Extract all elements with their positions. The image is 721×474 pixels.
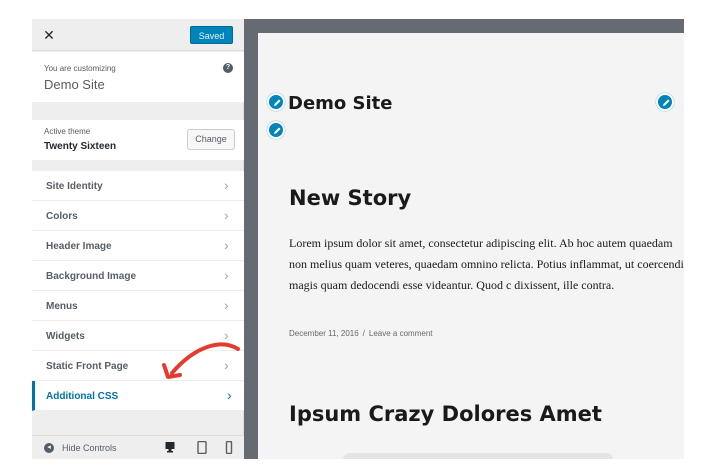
chevron-right-icon: ›	[227, 387, 232, 403]
chevron-right-icon: ›	[224, 237, 229, 253]
menu-item-site-identity[interactable]: Site Identity ›	[32, 171, 244, 201]
chevron-right-icon: ›	[224, 267, 229, 283]
post-date[interactable]: December 11, 2016	[289, 329, 359, 338]
edit-site-title-pencil-icon[interactable]	[267, 93, 285, 111]
site-preview: Demo Site New Story Lorem ipsum dolor si…	[244, 19, 684, 459]
site-title[interactable]: Demo Site	[288, 93, 392, 114]
saved-button[interactable]: Saved	[190, 26, 233, 44]
menu-item-label: Background Image	[46, 271, 137, 282]
theme-name: Twenty Sixteen	[44, 141, 117, 152]
close-icon[interactable]: ✕	[38, 25, 60, 47]
post-meta: December 11, 2016/ Leave a comment	[289, 329, 433, 338]
customizer-footer: ◂ Hide Controls	[32, 435, 244, 459]
chevron-right-icon: ›	[224, 177, 229, 193]
menu-item-label: Site Identity	[46, 181, 103, 192]
post-image-placeholder	[343, 453, 613, 459]
desktop-icon[interactable]	[165, 441, 175, 454]
preview-page: Demo Site New Story Lorem ipsum dolor si…	[258, 33, 684, 459]
tablet-icon[interactable]	[197, 441, 207, 454]
customizing-label: You are customizing	[44, 64, 116, 73]
leave-comment-link[interactable]: Leave a comment	[369, 329, 433, 338]
active-theme-label: Active theme	[44, 127, 91, 136]
menu-item-label: Widgets	[46, 331, 85, 342]
chevron-right-icon: ›	[224, 297, 229, 313]
meta-separator: /	[362, 329, 365, 338]
menu-item-label: Header Image	[46, 241, 112, 252]
menu-item-header-image[interactable]: Header Image ›	[32, 231, 244, 261]
customizer-sidebar: ✕ Saved You are customizing Demo Site ? …	[32, 19, 244, 459]
customizer-header: ✕ Saved	[32, 19, 244, 51]
hide-controls-button[interactable]: Hide Controls	[62, 443, 117, 453]
active-theme-section: Active theme Twenty Sixteen Change	[32, 120, 244, 160]
menu-item-colors[interactable]: Colors ›	[32, 201, 244, 231]
edit-tagline-pencil-icon[interactable]	[267, 121, 285, 139]
edit-menu-pencil-icon[interactable]	[656, 93, 674, 111]
change-theme-button[interactable]: Change	[187, 129, 235, 150]
menu-item-menus[interactable]: Menus ›	[32, 291, 244, 321]
hide-controls-icon[interactable]: ◂	[44, 443, 54, 453]
menu-item-background-image[interactable]: Background Image ›	[32, 261, 244, 291]
chevron-right-icon: ›	[224, 207, 229, 223]
post-title[interactable]: New Story	[289, 186, 411, 210]
menu-item-label: Static Front Page	[46, 361, 129, 372]
help-icon[interactable]: ?	[223, 63, 233, 73]
mobile-icon[interactable]	[224, 441, 234, 454]
menu-item-label: Additional CSS	[46, 391, 119, 402]
menu-item-static-front-page[interactable]: Static Front Page ›	[32, 351, 244, 381]
customizing-info: You are customizing Demo Site ?	[32, 52, 244, 102]
customizer-menu: Site Identity › Colors › Header Image › …	[32, 171, 244, 411]
post-title[interactable]: Ipsum Crazy Dolores Amet	[289, 402, 602, 426]
menu-item-widgets[interactable]: Widgets ›	[32, 321, 244, 351]
menu-item-label: Colors	[46, 211, 78, 222]
site-name: Demo Site	[44, 77, 105, 92]
chevron-right-icon: ›	[224, 357, 229, 373]
menu-item-additional-css[interactable]: Additional CSS ›	[32, 381, 244, 411]
post-excerpt: Lorem ipsum dolor sit amet, consectetur …	[289, 236, 684, 292]
chevron-right-icon: ›	[224, 327, 229, 343]
menu-item-label: Menus	[46, 301, 78, 312]
